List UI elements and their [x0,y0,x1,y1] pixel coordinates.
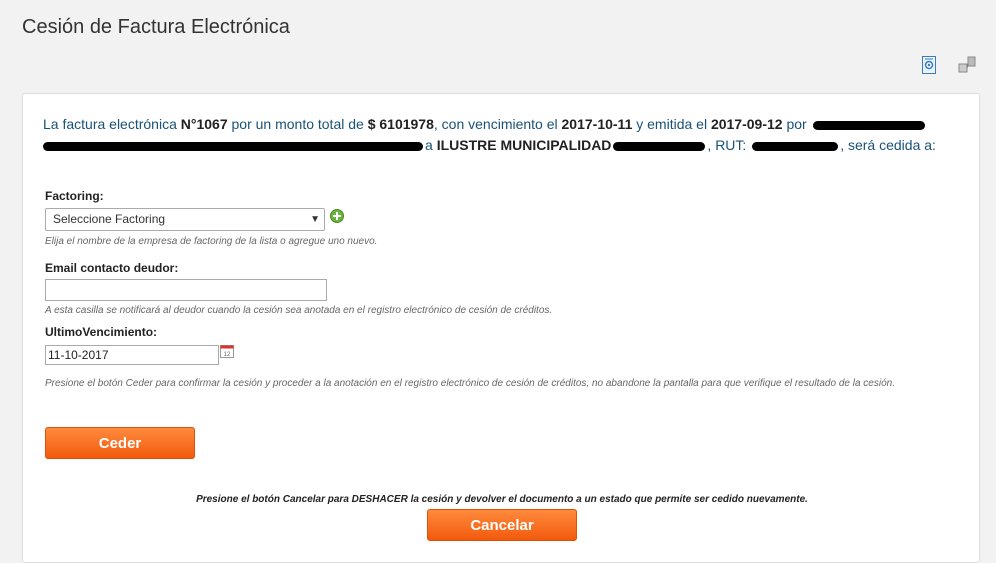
intro-text: , RUT: [707,137,751,153]
intro-text: y emitida el [632,116,711,132]
intro-text: , será cedida a: [840,137,936,153]
add-factoring-icon[interactable] [330,209,344,223]
intro-text: a [425,137,437,153]
cancel-button[interactable]: Cancelar [427,509,577,541]
page-title: Cesión de Factura Electrónica [22,16,290,38]
network-icon[interactable] [958,56,978,76]
cancel-note: Presione el botón Cancelar para DESHACER… [196,494,808,505]
ceder-button[interactable]: Ceder [45,427,195,459]
ceder-help: Presione el botón Ceder para confirmar l… [45,378,895,389]
intro-text: , con vencimiento el [433,116,562,132]
invoice-number: N°1067 [180,116,228,132]
factoring-help: Elija el nombre de la empresa de factori… [45,236,378,247]
intro-text: por un monto total de [227,116,368,132]
intro-text: La factura electrónica [43,116,181,132]
due-date-label: UltimoVencimiento: [45,325,158,339]
calendar-icon[interactable]: 12 [220,344,234,358]
toolbar [922,56,978,76]
chevron-down-icon: ▼ [310,214,320,225]
redacted-block [613,141,706,151]
document-settings-icon[interactable] [922,56,942,76]
invoice-summary: La factura electrónica N°1067 por un mon… [43,114,963,156]
redacted-block [812,120,925,130]
redacted-block [752,141,839,151]
invoice-issue-date: 2017-09-12 [710,116,783,132]
intro-text: por [782,116,811,132]
invoice-due-date: 2017-10-11 [561,116,633,132]
svg-text:12: 12 [224,352,231,358]
redacted-block [43,141,423,151]
receiver-name: ILUSTRE MUNICIPALIDAD [436,137,612,153]
invoice-amount: $ 6101978 [367,116,434,132]
email-label: Email contacto deudor: [45,261,179,275]
email-help: A esta casilla se notificará al deudor c… [45,305,553,316]
cesion-card: La factura electrónica N°1067 por un mon… [22,93,980,563]
factoring-selected-value: Seleccione Factoring [53,212,166,226]
factoring-select[interactable]: Seleccione Factoring ▼ [45,208,325,231]
factoring-label: Factoring: [45,189,104,203]
email-field[interactable] [45,279,327,301]
due-date-field[interactable]: 11-10-2017 [45,345,219,365]
